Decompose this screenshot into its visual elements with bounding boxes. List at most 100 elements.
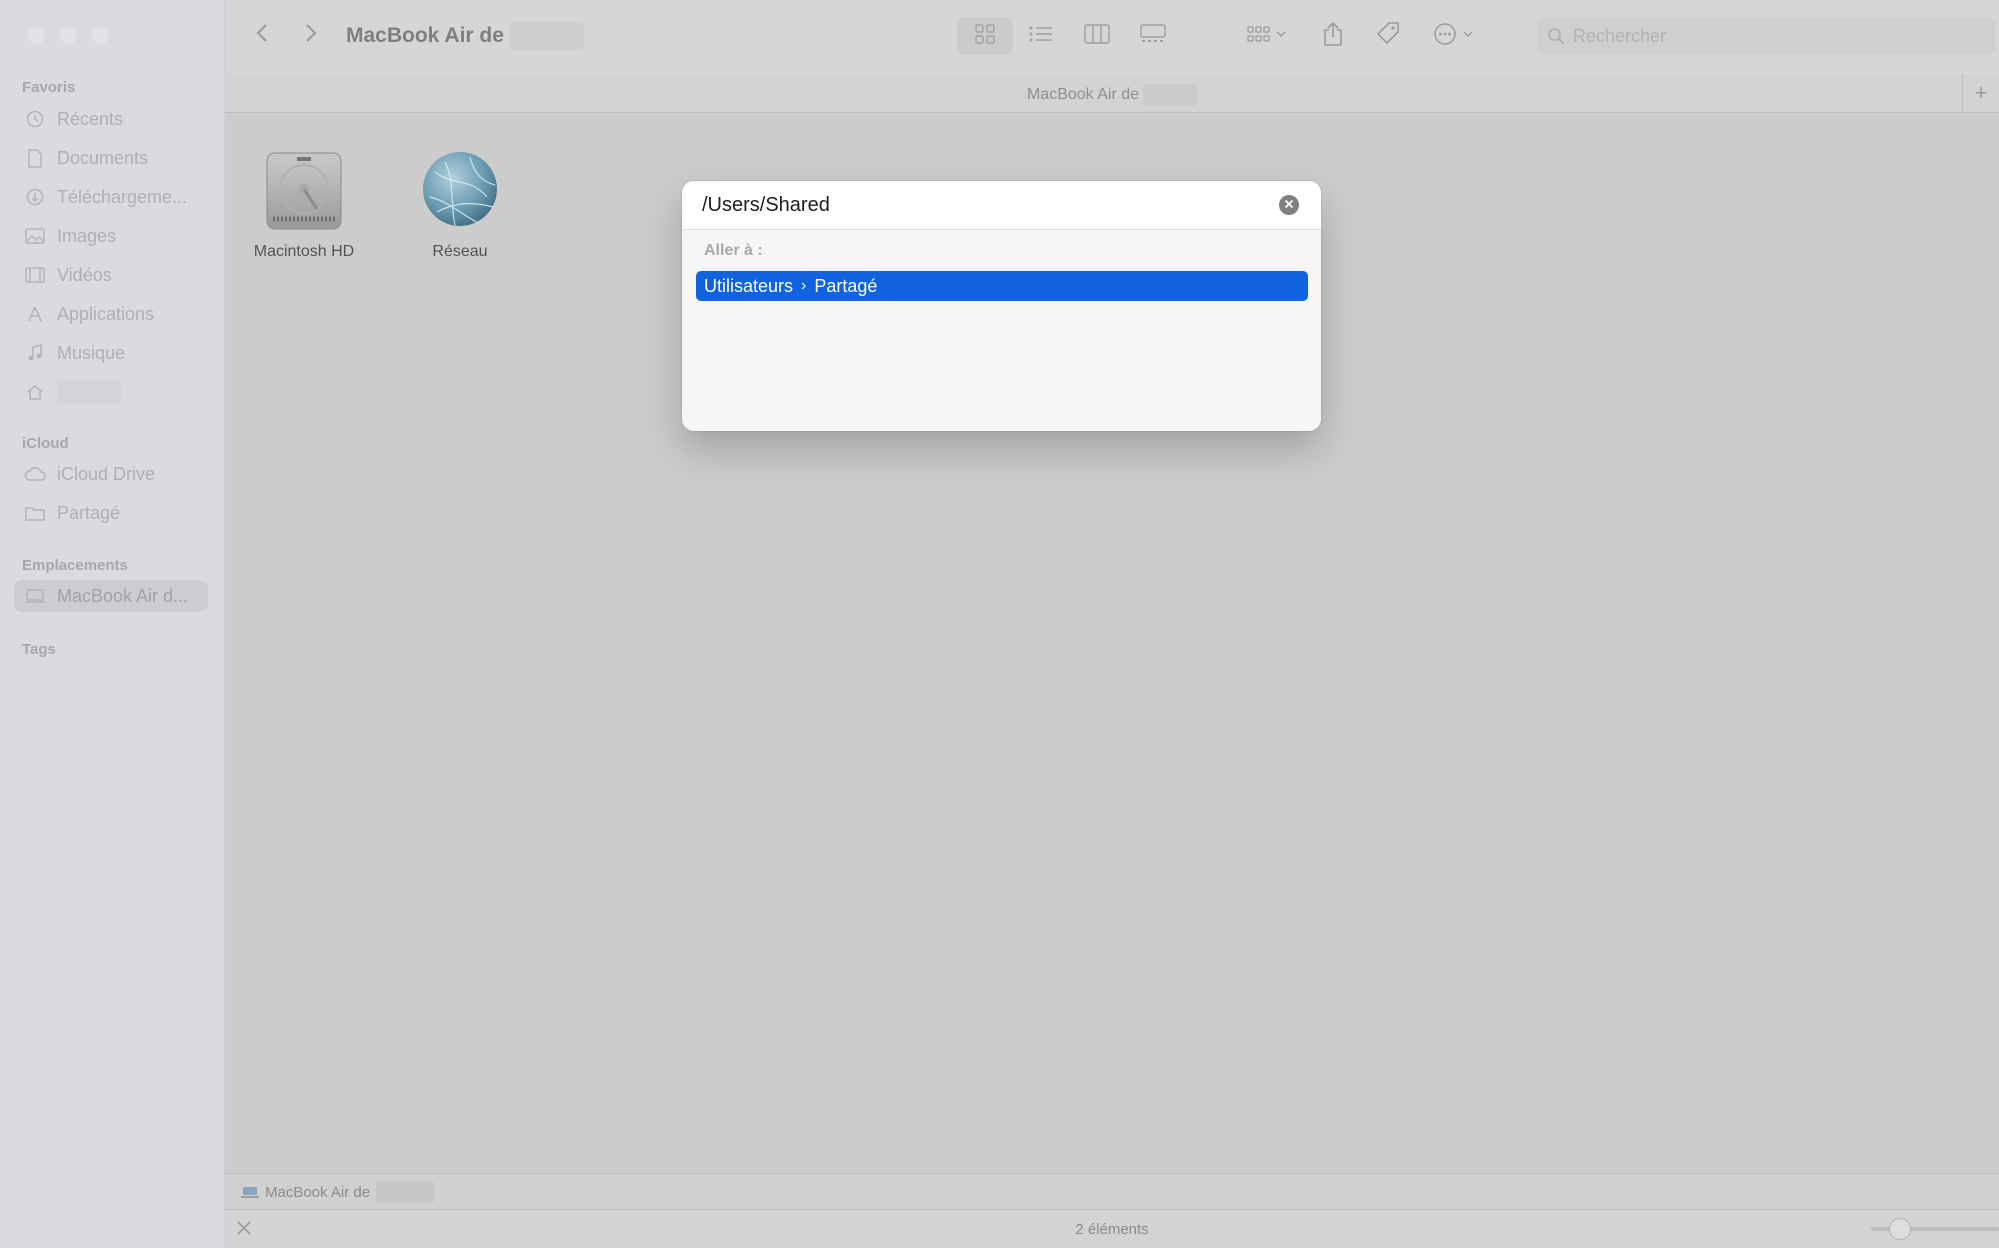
- sidebar-section-tags: Tags: [22, 641, 56, 658]
- columns-icon: [1084, 23, 1110, 49]
- clock-icon: [24, 108, 46, 130]
- zoom-window-button[interactable]: [92, 27, 109, 44]
- list-view-button[interactable]: [1013, 17, 1069, 55]
- sidebar-item-label: Documents: [57, 147, 149, 168]
- result-item-selected[interactable]: Utilisateurs › Partagé: [696, 271, 1308, 301]
- sidebar-item-label: MacBook Air d...: [57, 585, 189, 606]
- download-icon: [24, 186, 46, 208]
- icon-view-button[interactable]: [957, 17, 1013, 55]
- sidebar-section-favorites: Favoris: [22, 79, 76, 96]
- search-icon: [1547, 27, 1565, 45]
- plus-icon: +: [1974, 80, 1988, 105]
- cloud-icon: [24, 463, 46, 485]
- sidebar-item-label: Vidéos: [57, 264, 112, 285]
- sidebar-item-recents[interactable]: Récents: [14, 103, 208, 135]
- group-icon: [1247, 24, 1287, 49]
- sidebar-item-home[interactable]: [14, 376, 208, 408]
- network-globe-icon: [415, 147, 505, 237]
- path-input-container: [682, 181, 1321, 230]
- sidebar-item-label: Récents: [57, 108, 124, 129]
- result-path-part: Utilisateurs: [704, 275, 794, 296]
- window-title: MacBook Air de: [346, 22, 584, 50]
- applications-icon: [24, 303, 46, 325]
- redacted-name: [509, 22, 584, 50]
- tag-button[interactable]: [1371, 19, 1405, 53]
- toolbar: MacBook Air de Rechercher: [225, 0, 1999, 74]
- sidebar-item-applications[interactable]: Applications: [14, 298, 208, 330]
- sidebar-item-shared[interactable]: Partagé: [14, 497, 208, 529]
- laptop-icon: [24, 585, 46, 607]
- icon-size-slider[interactable]: [1871, 1218, 1999, 1240]
- redacted-name: [376, 1181, 435, 1203]
- close-window-button[interactable]: [28, 27, 45, 44]
- go-to-folder-dialog: Aller à : Utilisateurs › Partagé: [682, 181, 1321, 431]
- forward-button[interactable]: [296, 20, 326, 50]
- item-count: 2 éléments: [1075, 1221, 1149, 1238]
- search-field[interactable]: Rechercher: [1537, 17, 1995, 55]
- column-view-button[interactable]: [1069, 17, 1125, 55]
- clear-icon: [1284, 196, 1294, 214]
- chevron-left-icon: [256, 23, 268, 48]
- list-icon: [1029, 25, 1053, 48]
- file-item-macintosh-hd[interactable]: Macintosh HD: [239, 147, 369, 261]
- film-icon: [24, 264, 46, 286]
- sidebar-item-label: Applications: [57, 303, 155, 324]
- sidebar: Favoris Récents Documents Téléchargeme..…: [0, 0, 225, 1248]
- file-name: Macintosh HD: [253, 243, 355, 260]
- share-icon: [1322, 21, 1344, 52]
- group-button[interactable]: [1240, 19, 1294, 53]
- sidebar-item-documents[interactable]: Documents: [14, 142, 208, 174]
- shared-folder-icon: [24, 502, 46, 524]
- tab-bar: MacBook Air de +: [225, 74, 1999, 113]
- slider-knob[interactable]: [1889, 1218, 1911, 1240]
- sidebar-item-icloud-drive[interactable]: iCloud Drive: [14, 458, 208, 490]
- file-item-network[interactable]: Réseau: [395, 147, 525, 261]
- back-button[interactable]: [247, 20, 277, 50]
- hard-drive-icon: [259, 147, 349, 237]
- tab-title: MacBook Air de: [1026, 86, 1140, 104]
- minimize-window-button[interactable]: [60, 27, 77, 44]
- gallery-icon: [1140, 23, 1166, 49]
- chevron-right-icon: [305, 23, 317, 48]
- sidebar-item-label: Téléchargeme...: [57, 186, 188, 207]
- view-mode-control: [957, 17, 1181, 55]
- result-path-part: Partagé: [814, 275, 878, 296]
- share-button[interactable]: [1318, 19, 1348, 53]
- sidebar-item-label: Images: [57, 225, 117, 246]
- sidebar-item-label: Partagé: [57, 502, 121, 523]
- window-title-text: MacBook Air de: [346, 24, 504, 47]
- gallery-view-button[interactable]: [1125, 17, 1181, 55]
- clear-button[interactable]: [1279, 195, 1299, 215]
- tag-icon: [1375, 21, 1401, 52]
- sidebar-item-label: Musique: [57, 342, 126, 363]
- window-controls: [28, 27, 109, 44]
- sidebar-item-macbook[interactable]: MacBook Air d...: [14, 580, 208, 612]
- ellipsis-circle-icon: [1433, 22, 1479, 51]
- finder-window: Favoris Récents Documents Téléchargeme..…: [0, 0, 1999, 1248]
- document-icon: [24, 147, 46, 169]
- path-input[interactable]: [702, 191, 1262, 219]
- redacted-name: [1143, 84, 1198, 106]
- path-bar-item[interactable]: MacBook Air de: [265, 1184, 370, 1201]
- chevron-right-icon: ›: [801, 277, 807, 294]
- more-actions-button[interactable]: [1431, 19, 1481, 53]
- results-section-label: Aller à :: [704, 242, 763, 259]
- search-placeholder: Rechercher: [1573, 25, 1667, 46]
- file-name: Réseau: [432, 243, 488, 260]
- sidebar-section-locations: Emplacements: [22, 557, 128, 574]
- photo-icon: [24, 225, 46, 247]
- sidebar-item-downloads[interactable]: Téléchargeme...: [14, 181, 208, 213]
- path-bar: MacBook Air de: [225, 1173, 1999, 1210]
- laptop-icon: [241, 1186, 259, 1198]
- home-icon: [24, 381, 46, 403]
- sidebar-item-videos[interactable]: Vidéos: [14, 259, 208, 291]
- music-icon: [24, 342, 46, 364]
- sidebar-item-images[interactable]: Images: [14, 220, 208, 252]
- grid-icon: [974, 23, 996, 50]
- new-tab-button[interactable]: +: [1962, 74, 1999, 112]
- sidebar-section-icloud: iCloud: [22, 435, 69, 452]
- sidebar-item-label: iCloud Drive: [57, 463, 156, 484]
- redacted-username: [57, 380, 121, 404]
- current-tab[interactable]: MacBook Air de: [225, 84, 1999, 106]
- sidebar-item-music[interactable]: Musique: [14, 337, 208, 369]
